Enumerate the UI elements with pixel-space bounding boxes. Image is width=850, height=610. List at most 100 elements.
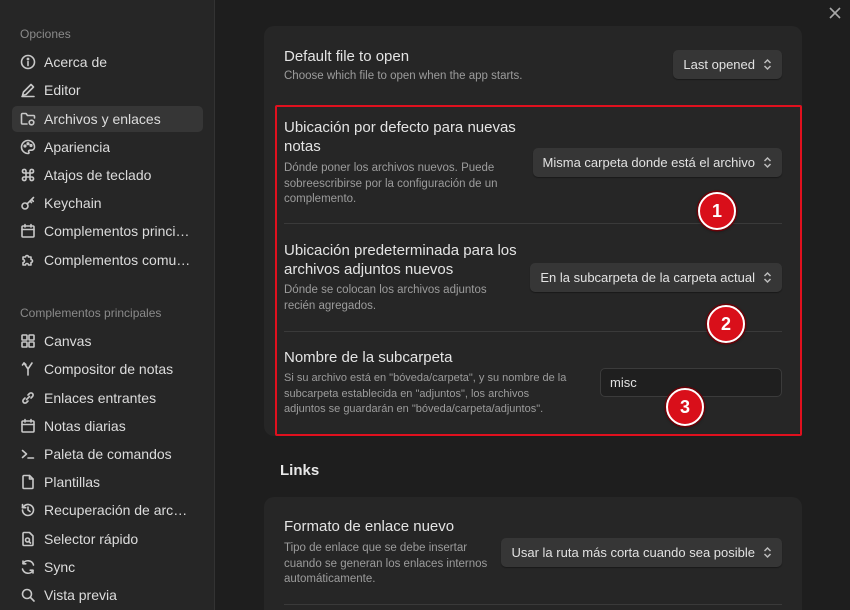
files-settings-card: Default file to open Choose which file t… (264, 26, 802, 436)
setting-name-line: Ubicación por defecto para nuevas (284, 119, 516, 136)
sidebar-item-label: Recuperación de archi… (44, 502, 194, 518)
calendar-icon (20, 223, 36, 239)
setting-desc-line: Dónde se colocan los archivos adjuntos (284, 284, 487, 296)
sidebar-item-about[interactable]: Acerca de (12, 49, 203, 75)
sidebar-item-files-links[interactable]: Archivos y enlaces (12, 106, 203, 132)
close-button[interactable] (826, 4, 844, 22)
setting-desc-line: subcarpeta establecida en "adjuntos", lo… (284, 387, 530, 400)
setting-desc-line: Si su archivo está en "bóveda/carpeta", … (284, 372, 567, 384)
select-value: Usar la ruta más corta cuando sea posibl… (511, 545, 755, 560)
annotation-marker-3: 3 (666, 388, 704, 426)
sidebar-item-note-composer[interactable]: Compositor de notas (12, 356, 203, 382)
select-value: Last opened (683, 57, 755, 72)
grid-icon (20, 333, 36, 349)
calendar-icon (20, 418, 36, 434)
core-plugins-section-title: Complementos principales (20, 306, 162, 320)
setting-desc-line: complemento. (284, 193, 357, 205)
setting-desc-line: recién agregados. (284, 299, 377, 312)
sidebar-item-canvas[interactable]: Canvas (12, 328, 203, 354)
sidebar-item-label: Canvas (44, 333, 92, 349)
sidebar-item-label: Complementos comu… (44, 252, 191, 268)
setting-description: Tipo de enlace que se debe insertar cuan… (284, 541, 487, 588)
sidebar-item-quick-switcher[interactable]: Selector rápido (12, 526, 203, 552)
sidebar-item-appearance[interactable]: Apariencia (12, 134, 203, 160)
sidebar-item-label: Editor (44, 82, 81, 98)
folder-cog-icon (20, 111, 36, 127)
new-link-format-select[interactable]: Usar la ruta más corta cuando sea posibl… (501, 538, 782, 567)
new-note-location-select[interactable]: Misma carpeta donde está el archivo (532, 148, 782, 177)
sidebar-item-keychain[interactable]: Keychain (12, 190, 203, 216)
setting-name-line: Ubicación predeterminada para los (284, 242, 517, 259)
setting-name-line: archivos adjuntos nuevos (284, 261, 454, 278)
close-icon (829, 7, 841, 19)
sidebar-item-editor[interactable]: Editor (12, 77, 203, 103)
sidebar-item-label: Notas diarias (44, 418, 126, 434)
select-value: Misma carpeta donde está el archivo (542, 155, 755, 170)
refresh-icon (20, 559, 36, 575)
sidebar-item-label: Vista previa (44, 587, 117, 603)
links-section-heading: Links (280, 462, 320, 479)
setting-desc-line: Tipo de enlace que se debe insertar (284, 542, 468, 554)
setting-desc-line: cuando se generan los enlaces internos (284, 557, 488, 570)
sidebar-item-preview[interactable]: Vista previa (12, 582, 203, 608)
sidebar-item-label: Keychain (44, 195, 102, 211)
chevron-updown-icon (763, 58, 772, 71)
sidebar-item-templates[interactable]: Plantillas (12, 469, 203, 495)
history-icon (20, 502, 36, 518)
command-icon (20, 167, 36, 183)
annotation-marker-2: 2 (707, 305, 745, 343)
setting-name: Nombre de la subcarpeta (284, 349, 453, 366)
setting-desc-line: Dónde poner los archivos nuevos. Puede (284, 162, 495, 174)
info-icon (20, 54, 36, 70)
divider (284, 331, 782, 332)
select-value: En la subcarpeta de la carpeta actual (540, 270, 755, 285)
sidebar-item-hotkeys[interactable]: Atajos de teclado (12, 162, 203, 188)
sidebar-item-backlinks[interactable]: Enlaces entrantes (12, 385, 203, 411)
links-settings-card: Formato de enlace nuevo Tipo de enlace q… (264, 497, 802, 610)
annotation-marker-1: 1 (698, 192, 736, 230)
sidebar-item-file-recovery[interactable]: Recuperación de archi… (12, 497, 203, 523)
chevron-updown-icon (763, 156, 772, 169)
setting-name: Ubicación por defecto para nuevas notas (284, 118, 516, 156)
sidebar-item-label: Atajos de teclado (44, 167, 152, 183)
file-icon (20, 474, 36, 490)
search-icon (20, 587, 36, 603)
setting-name: Default file to open (284, 48, 410, 65)
sidebar-item-label: Apariencia (44, 139, 111, 155)
sidebar-item-label: Complementos princi… (44, 223, 190, 239)
sidebar-item-label: Plantillas (44, 474, 101, 490)
merge-icon (20, 361, 36, 377)
setting-description: Si su archivo está en "bóveda/carpeta", … (284, 371, 566, 418)
key-icon (20, 195, 36, 211)
sidebar-item-label: Acerca de (44, 54, 108, 70)
sidebar-item-label: Selector rápido (44, 531, 139, 547)
sidebar-item-label: Compositor de notas (44, 361, 174, 377)
chevron-updown-icon (763, 546, 772, 559)
sidebar-item-daily-notes[interactable]: Notas diarias (12, 413, 203, 439)
terminal-icon (20, 446, 36, 462)
settings-content: Default file to open Choose which file t… (216, 0, 850, 610)
default-file-select[interactable]: Last opened (673, 50, 782, 79)
options-section-title: Opciones (20, 27, 71, 41)
sidebar-item-label: Sync (44, 559, 76, 575)
sidebar-item-label: Enlaces entrantes (44, 390, 157, 406)
file-search-icon (20, 531, 36, 547)
setting-desc-line: automáticamente. (284, 573, 376, 585)
sidebar-item-command-palette[interactable]: Paleta de comandos (12, 441, 203, 467)
setting-description: Dónde poner los archivos nuevos. Puede s… (284, 161, 498, 208)
sidebar-item-core-plugins[interactable]: Complementos princi… (12, 218, 203, 244)
setting-desc-line: adjuntos se guardarán en "bóveda/carpeta… (284, 403, 544, 415)
sidebar-item-label: Paleta de comandos (44, 446, 172, 462)
palette-icon (20, 139, 36, 155)
setting-desc-line: sobreescribirse por la configuración de … (284, 177, 498, 190)
sidebar-item-community-plugins[interactable]: Complementos comu… (12, 247, 203, 273)
setting-name: Formato de enlace nuevo (284, 518, 455, 535)
sidebar-item-label: Archivos y enlaces (44, 111, 161, 127)
divider (284, 604, 782, 605)
setting-name: Ubicación predeterminada para los archiv… (284, 241, 517, 279)
attachment-location-select[interactable]: En la subcarpeta de la carpeta actual (530, 263, 782, 292)
pencil-icon (20, 82, 36, 98)
settings-sidebar: Opciones Acerca de Editor Archivos y enl… (0, 0, 215, 610)
sidebar-item-sync[interactable]: Sync (12, 554, 203, 580)
setting-description: Dónde se colocan los archivos adjuntos r… (284, 283, 487, 314)
